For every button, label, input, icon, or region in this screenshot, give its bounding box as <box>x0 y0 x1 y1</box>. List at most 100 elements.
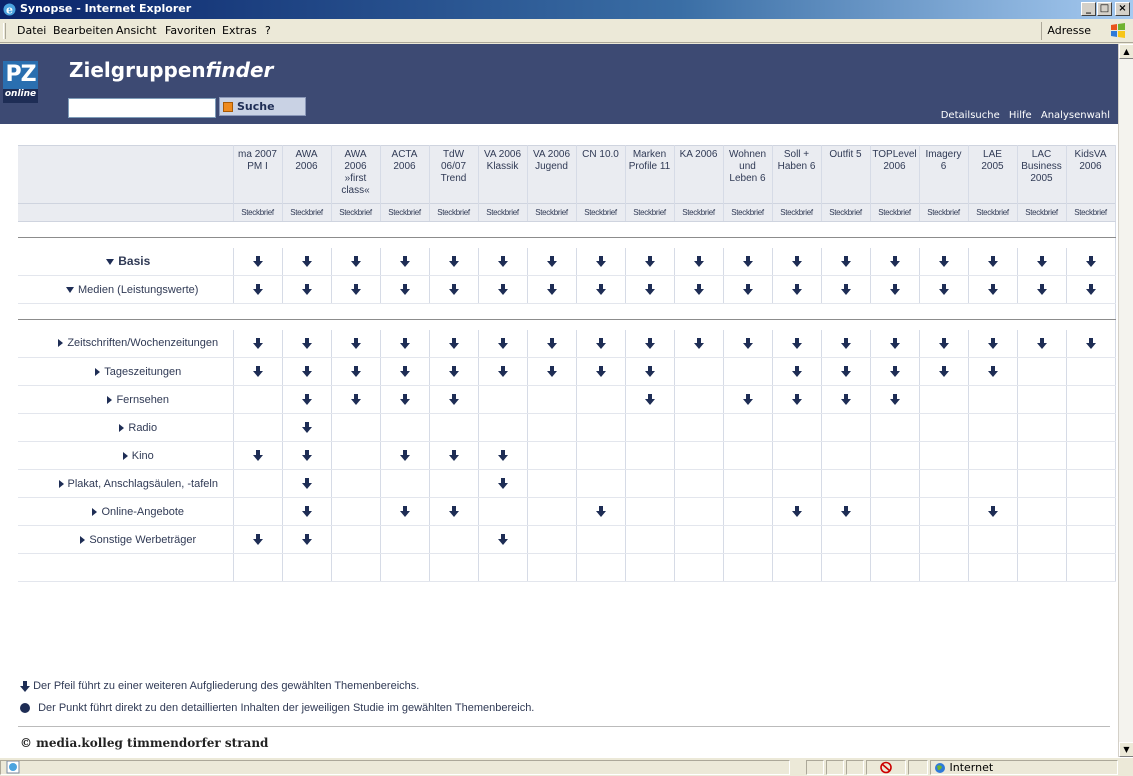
arrow-down-icon[interactable] <box>399 505 410 517</box>
arrow-down-icon[interactable] <box>595 255 606 267</box>
arrow-down-icon[interactable] <box>252 533 263 545</box>
arrow-down-icon[interactable] <box>497 365 508 377</box>
grid-cell[interactable] <box>919 357 969 386</box>
grid-cell[interactable] <box>527 329 577 358</box>
column-header[interactable]: CN 10.0 <box>576 145 626 204</box>
search-button[interactable]: Suche <box>219 97 306 116</box>
grid-cell[interactable] <box>625 247 675 276</box>
grid-cell[interactable] <box>380 497 430 526</box>
grid-cell[interactable] <box>233 329 283 358</box>
grid-cell[interactable] <box>625 329 675 358</box>
arrow-down-icon[interactable] <box>497 533 508 545</box>
arrow-down-icon[interactable] <box>301 255 312 267</box>
maximize-button[interactable]: □ <box>1097 2 1112 16</box>
arrow-down-icon[interactable] <box>350 337 361 349</box>
arrow-down-icon[interactable] <box>252 449 263 461</box>
grid-cell[interactable] <box>282 413 332 442</box>
arrow-down-icon[interactable] <box>350 255 361 267</box>
grid-cell[interactable] <box>576 329 626 358</box>
grid-cell[interactable] <box>527 357 577 386</box>
column-header[interactable]: VA 2006 Jugend <box>527 145 577 204</box>
grid-cell[interactable] <box>674 275 724 304</box>
grid-cell[interactable] <box>772 329 822 358</box>
grid-cell[interactable] <box>429 357 479 386</box>
grid-cell[interactable] <box>380 385 430 414</box>
arrow-down-icon[interactable] <box>742 283 753 295</box>
link-analysenwahl[interactable]: Analysenwahl <box>1041 110 1110 121</box>
footer-copyright[interactable]: © media.kolleg timmendorfer strand <box>20 736 268 750</box>
arrow-down-icon[interactable] <box>301 393 312 405</box>
steckbrief-link[interactable]: Steckbrief <box>282 203 332 222</box>
arrow-down-icon[interactable] <box>693 255 704 267</box>
grid-cell[interactable] <box>1017 247 1067 276</box>
close-button[interactable]: × <box>1115 2 1130 16</box>
arrow-down-icon[interactable] <box>644 283 655 295</box>
grid-cell[interactable] <box>870 385 920 414</box>
column-header[interactable]: Soll + Haben 6 <box>772 145 822 204</box>
arrow-down-icon[interactable] <box>301 421 312 433</box>
steckbrief-link[interactable]: Steckbrief <box>429 203 479 222</box>
grid-cell[interactable] <box>527 275 577 304</box>
column-header[interactable]: TdW 06/07 Trend <box>429 145 479 204</box>
arrow-down-icon[interactable] <box>448 449 459 461</box>
column-header[interactable]: ma 2007 PM I <box>233 145 283 204</box>
arrow-down-icon[interactable] <box>497 283 508 295</box>
arrow-down-icon[interactable] <box>840 365 851 377</box>
grid-cell[interactable] <box>821 275 871 304</box>
category-label[interactable]: Fernsehen <box>18 385 234 414</box>
arrow-down-icon[interactable] <box>840 505 851 517</box>
arrow-down-icon[interactable] <box>693 337 704 349</box>
grid-cell[interactable] <box>968 497 1018 526</box>
arrow-down-icon[interactable] <box>644 393 655 405</box>
category-label[interactable]: Online-Angebote <box>18 497 234 526</box>
arrow-down-icon[interactable] <box>644 365 655 377</box>
arrow-down-icon[interactable] <box>889 393 900 405</box>
arrow-down-icon[interactable] <box>448 505 459 517</box>
arrow-down-icon[interactable] <box>987 255 998 267</box>
grid-cell[interactable] <box>233 357 283 386</box>
menu-datei[interactable]: Datei <box>17 24 46 37</box>
arrow-down-icon[interactable] <box>1036 337 1047 349</box>
arrow-down-icon[interactable] <box>448 255 459 267</box>
scroll-up-button[interactable]: ▲ <box>1119 44 1133 59</box>
category-label[interactable]: Zeitschriften/Wochenzeitungen <box>18 329 234 358</box>
arrow-down-icon[interactable] <box>301 283 312 295</box>
arrow-down-icon[interactable] <box>497 449 508 461</box>
arrow-down-icon[interactable] <box>840 283 851 295</box>
arrow-down-icon[interactable] <box>301 337 312 349</box>
arrow-down-icon[interactable] <box>399 393 410 405</box>
arrow-down-icon[interactable] <box>301 505 312 517</box>
grid-cell[interactable] <box>282 441 332 470</box>
category-label[interactable]: Radio <box>18 413 234 442</box>
address-bar-label[interactable]: Adresse <box>1041 22 1096 40</box>
grid-cell[interactable] <box>478 247 528 276</box>
column-header[interactable]: LAC Business 2005 <box>1017 145 1067 204</box>
arrow-down-icon[interactable] <box>546 365 557 377</box>
steckbrief-link[interactable]: Steckbrief <box>870 203 920 222</box>
grid-cell[interactable] <box>282 329 332 358</box>
arrow-down-icon[interactable] <box>889 283 900 295</box>
arrow-down-icon[interactable] <box>595 505 606 517</box>
arrow-down-icon[interactable] <box>252 255 263 267</box>
arrow-down-icon[interactable] <box>791 283 802 295</box>
grid-cell[interactable] <box>233 441 283 470</box>
arrow-down-icon[interactable] <box>742 393 753 405</box>
link-detailsuche[interactable]: Detailsuche <box>941 110 1000 121</box>
arrow-down-icon[interactable] <box>1036 283 1047 295</box>
grid-cell[interactable] <box>429 385 479 414</box>
arrow-down-icon[interactable] <box>252 337 263 349</box>
grid-cell[interactable] <box>772 275 822 304</box>
arrow-down-icon[interactable] <box>350 365 361 377</box>
link-hilfe[interactable]: Hilfe <box>1009 110 1032 121</box>
grid-cell[interactable] <box>282 385 332 414</box>
steckbrief-link[interactable]: Steckbrief <box>625 203 675 222</box>
arrow-down-icon[interactable] <box>791 255 802 267</box>
arrow-down-icon[interactable] <box>889 337 900 349</box>
menu-favoriten[interactable]: Favoriten <box>165 24 216 37</box>
arrow-down-icon[interactable] <box>889 255 900 267</box>
steckbrief-link[interactable]: Steckbrief <box>380 203 430 222</box>
arrow-down-icon[interactable] <box>987 283 998 295</box>
grid-cell[interactable] <box>282 497 332 526</box>
grid-cell[interactable] <box>478 329 528 358</box>
steckbrief-link[interactable]: Steckbrief <box>968 203 1018 222</box>
